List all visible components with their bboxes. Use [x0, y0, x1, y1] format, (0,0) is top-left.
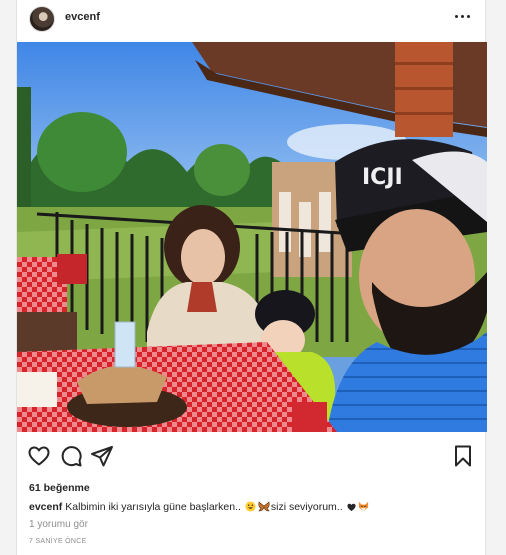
avatar[interactable] [29, 6, 55, 32]
bookmark-icon[interactable] [451, 444, 475, 468]
fox-emoji-icon [358, 501, 368, 512]
butterfly-emoji-icon [258, 501, 270, 512]
comment-bubble-icon[interactable] [59, 444, 83, 468]
black-heart-emoji-icon [347, 503, 356, 512]
post-actions [17, 444, 485, 472]
post-card: evcenf ICJI 61 beğenme evcenf Kalbimin i… [16, 0, 487, 555]
view-comments-link[interactable]: 1 yorumu gör [29, 519, 88, 530]
caption-username[interactable]: evcenf [29, 501, 62, 513]
cap-logo-text: ICJI [362, 165, 403, 190]
heart-icon[interactable] [27, 444, 51, 468]
caption-text-part1: Kalbimin iki yarısıyla güne başlarken.. [65, 501, 241, 513]
post-timestamp: 7 SANİYE ÖNCE [29, 538, 87, 545]
post-username[interactable]: evcenf [65, 11, 100, 23]
caption-text-part2: sizi seviyorum.. [270, 501, 343, 513]
post-photo[interactable]: ICJI [17, 42, 487, 432]
likes-count[interactable]: 61 beğenme [29, 482, 90, 494]
post-photo-illustration: ICJI [17, 42, 487, 432]
grinning-face-emoji-icon [245, 501, 256, 512]
post-caption: evcenf Kalbimin iki yarısıyla güne başlar… [29, 501, 370, 513]
post-header: evcenf [17, 0, 485, 42]
paper-plane-icon[interactable] [90, 444, 114, 468]
more-options-icon[interactable] [453, 8, 473, 24]
